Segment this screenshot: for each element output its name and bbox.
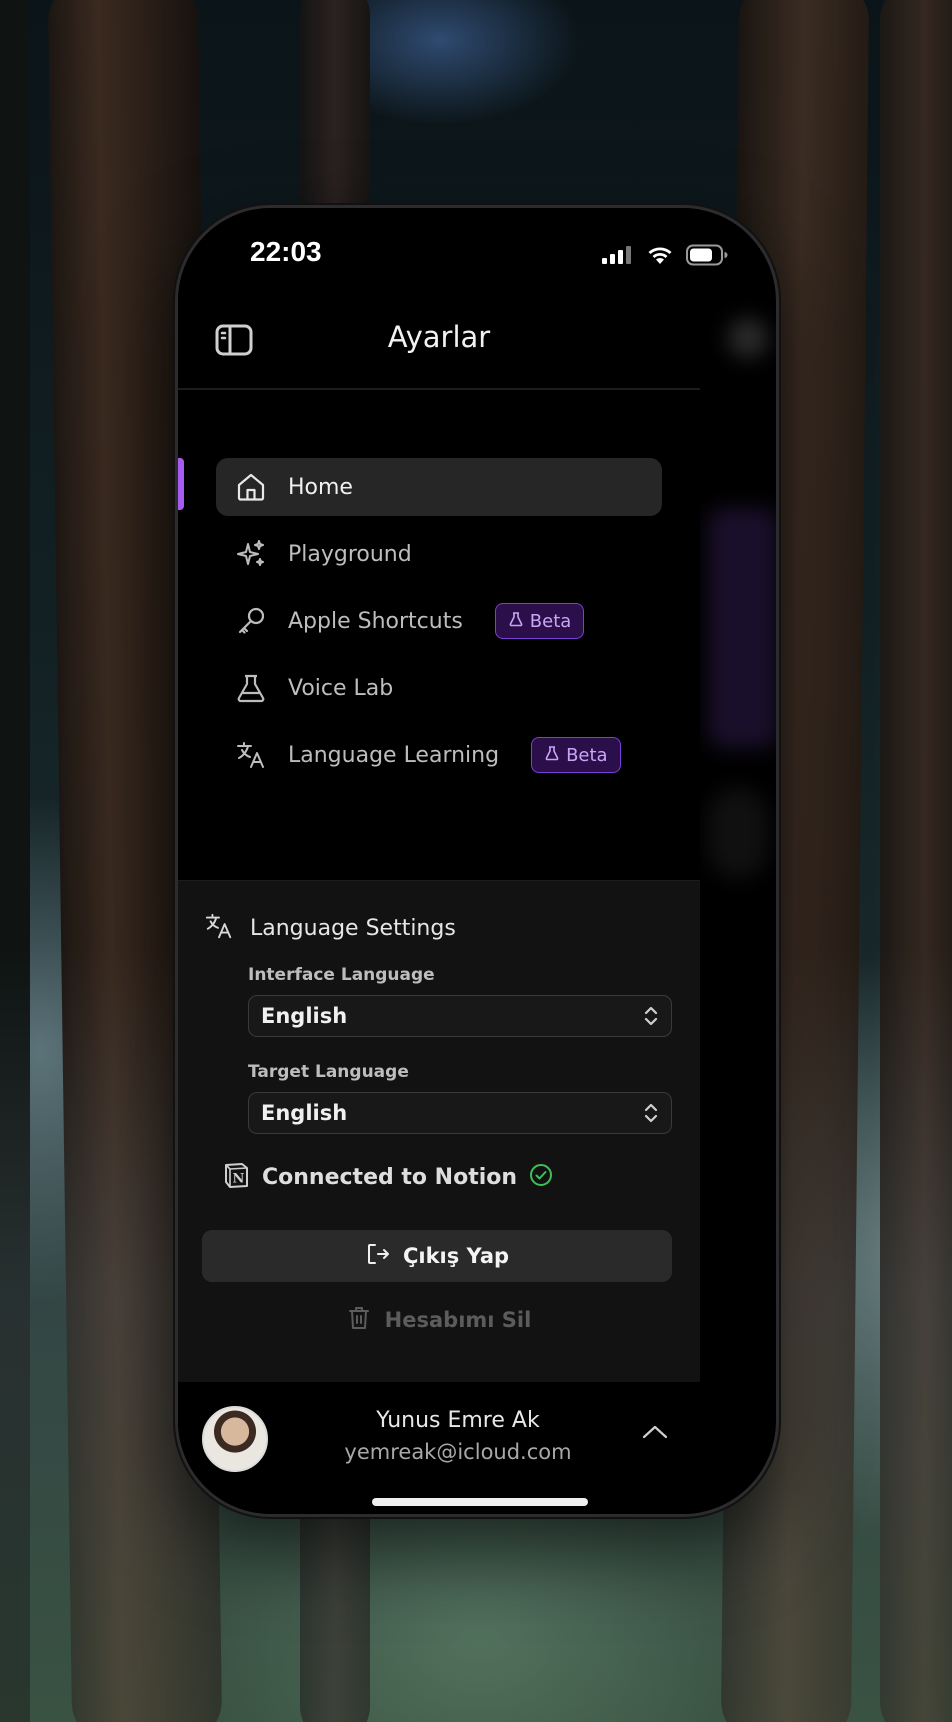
user-profile[interactable]: Yunus Emre Ak yemreak@icloud.com: [178, 1382, 700, 1514]
nav-item-language-learning[interactable]: Language Learning Beta: [216, 726, 662, 784]
home-indicator[interactable]: [372, 1498, 588, 1506]
logout-icon: [365, 1241, 391, 1271]
nav-label: Home: [288, 474, 353, 500]
interface-language-label: Interface Language: [248, 965, 435, 985]
check-circle-icon: [529, 1163, 553, 1191]
notion-icon: N: [222, 1161, 250, 1193]
user-email: yemreak@icloud.com: [344, 1440, 572, 1464]
nav-label: Playground: [288, 541, 412, 567]
phone-frame: Ayarlar Home Playground Apple Shortcuts …: [175, 205, 779, 1517]
select-value: English: [261, 1101, 348, 1125]
target-language-label: Target Language: [248, 1062, 409, 1082]
flask-icon: [544, 745, 560, 766]
chevron-up-down-icon: [641, 1005, 661, 1031]
beta-badge: Beta: [531, 737, 621, 773]
translate-icon: [234, 738, 268, 772]
nav-label: Apple Shortcuts: [288, 608, 463, 634]
flask-icon: [508, 611, 524, 632]
chevron-up-icon[interactable]: [640, 1422, 670, 1446]
chevron-up-down-icon: [641, 1102, 661, 1128]
nav-menu: Home Playground Apple Shortcuts Beta Voi…: [178, 458, 700, 793]
nav-item-voice-lab[interactable]: Voice Lab: [216, 659, 662, 717]
beta-label: Beta: [566, 744, 608, 766]
select-value: English: [261, 1004, 348, 1028]
nav-item-playground[interactable]: Playground: [216, 525, 662, 583]
status-time: 22:03: [250, 236, 322, 267]
home-icon: [234, 470, 268, 504]
target-language-select[interactable]: English: [248, 1092, 672, 1134]
status-bar: 22:03: [178, 208, 776, 298]
notion-status-label: Connected to Notion: [262, 1164, 518, 1190]
sidebar: Ayarlar Home Playground Apple Shortcuts …: [178, 208, 700, 1514]
avatar: [202, 1406, 268, 1472]
battery-icon: [686, 244, 728, 270]
delete-account-button[interactable]: Hesabımı Sil: [178, 1305, 700, 1335]
language-settings-panel: Language Settings Interface Language Eng…: [178, 880, 700, 1382]
beta-label: Beta: [529, 610, 572, 632]
trash-icon: [347, 1305, 371, 1335]
beta-badge: Beta: [494, 603, 585, 639]
notion-status: N Connected to Notion: [222, 1161, 553, 1193]
header-bar: Ayarlar: [178, 298, 700, 390]
svg-text:N: N: [233, 1172, 245, 1187]
translate-icon: [204, 911, 234, 945]
language-settings-heading: Language Settings: [204, 911, 456, 945]
sparkles-icon: [234, 537, 268, 571]
nav-item-apple-shortcuts[interactable]: Apple Shortcuts Beta: [216, 592, 662, 650]
cellular-signal-icon: [602, 245, 634, 269]
nav-item-home[interactable]: Home: [216, 458, 662, 516]
wifi-icon: [646, 245, 674, 269]
key-icon: [234, 604, 268, 638]
nav-label: Voice Lab: [288, 675, 394, 701]
logout-button[interactable]: Çıkış Yap: [202, 1230, 672, 1282]
nav-label: Language Learning: [288, 742, 500, 768]
page-title: Ayarlar: [387, 320, 491, 354]
user-name: Yunus Emre Ak: [376, 1408, 540, 1433]
flask-icon: [234, 671, 268, 705]
interface-language-select[interactable]: English: [248, 995, 672, 1037]
main-content-peek: [698, 298, 776, 1514]
